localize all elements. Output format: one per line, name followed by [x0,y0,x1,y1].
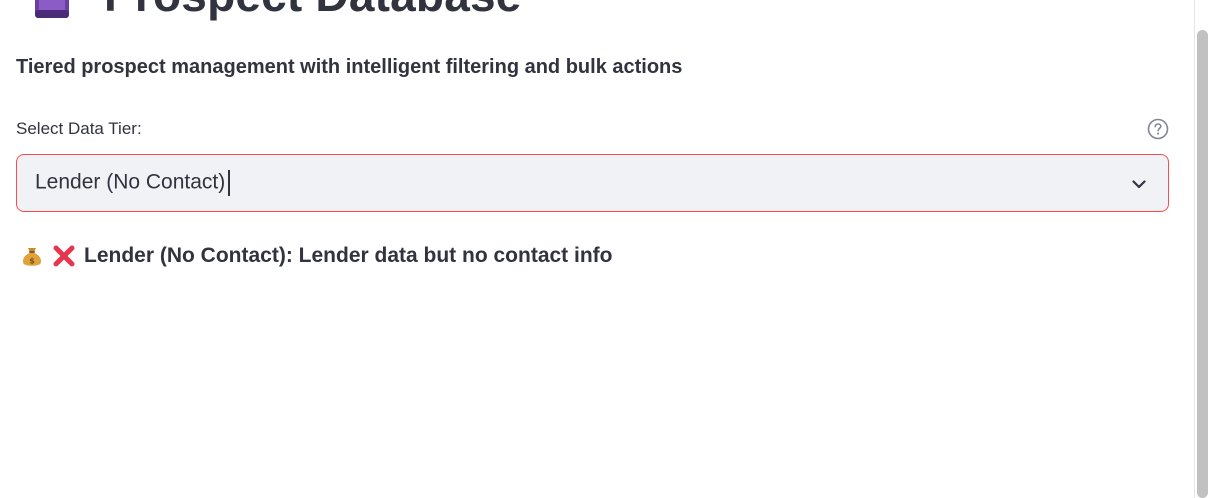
money-bag-icon: $ [20,244,44,268]
app-page: Prospect Database Tiered prospect manage… [0,0,1218,498]
chevron-down-icon[interactable] [1130,175,1148,193]
red-x-icon [52,244,76,268]
tier-select-label: Select Data Tier: [16,119,142,138]
tier-description-text: Lender (No Contact): Lender data but no … [84,244,613,267]
scrollbar-thumb[interactable] [1197,30,1208,498]
tier-select-value-text: Lender (No Contact) [35,170,226,194]
svg-text:$: $ [29,257,35,266]
tier-select-value[interactable]: Lender (No Contact) [35,170,230,196]
book-icon [34,0,70,18]
page-title: Prospect Database [104,0,522,18]
page-subtitle: Tiered prospect management with intellig… [16,56,683,78]
tier-description: $ Lender (No Contact): Lender data but n… [20,244,613,268]
help-circle-icon[interactable] [1147,118,1169,140]
tier-select[interactable]: Lender (No Contact) [16,154,1169,212]
page-header: Prospect Database [34,0,522,20]
text-cursor [228,170,230,196]
